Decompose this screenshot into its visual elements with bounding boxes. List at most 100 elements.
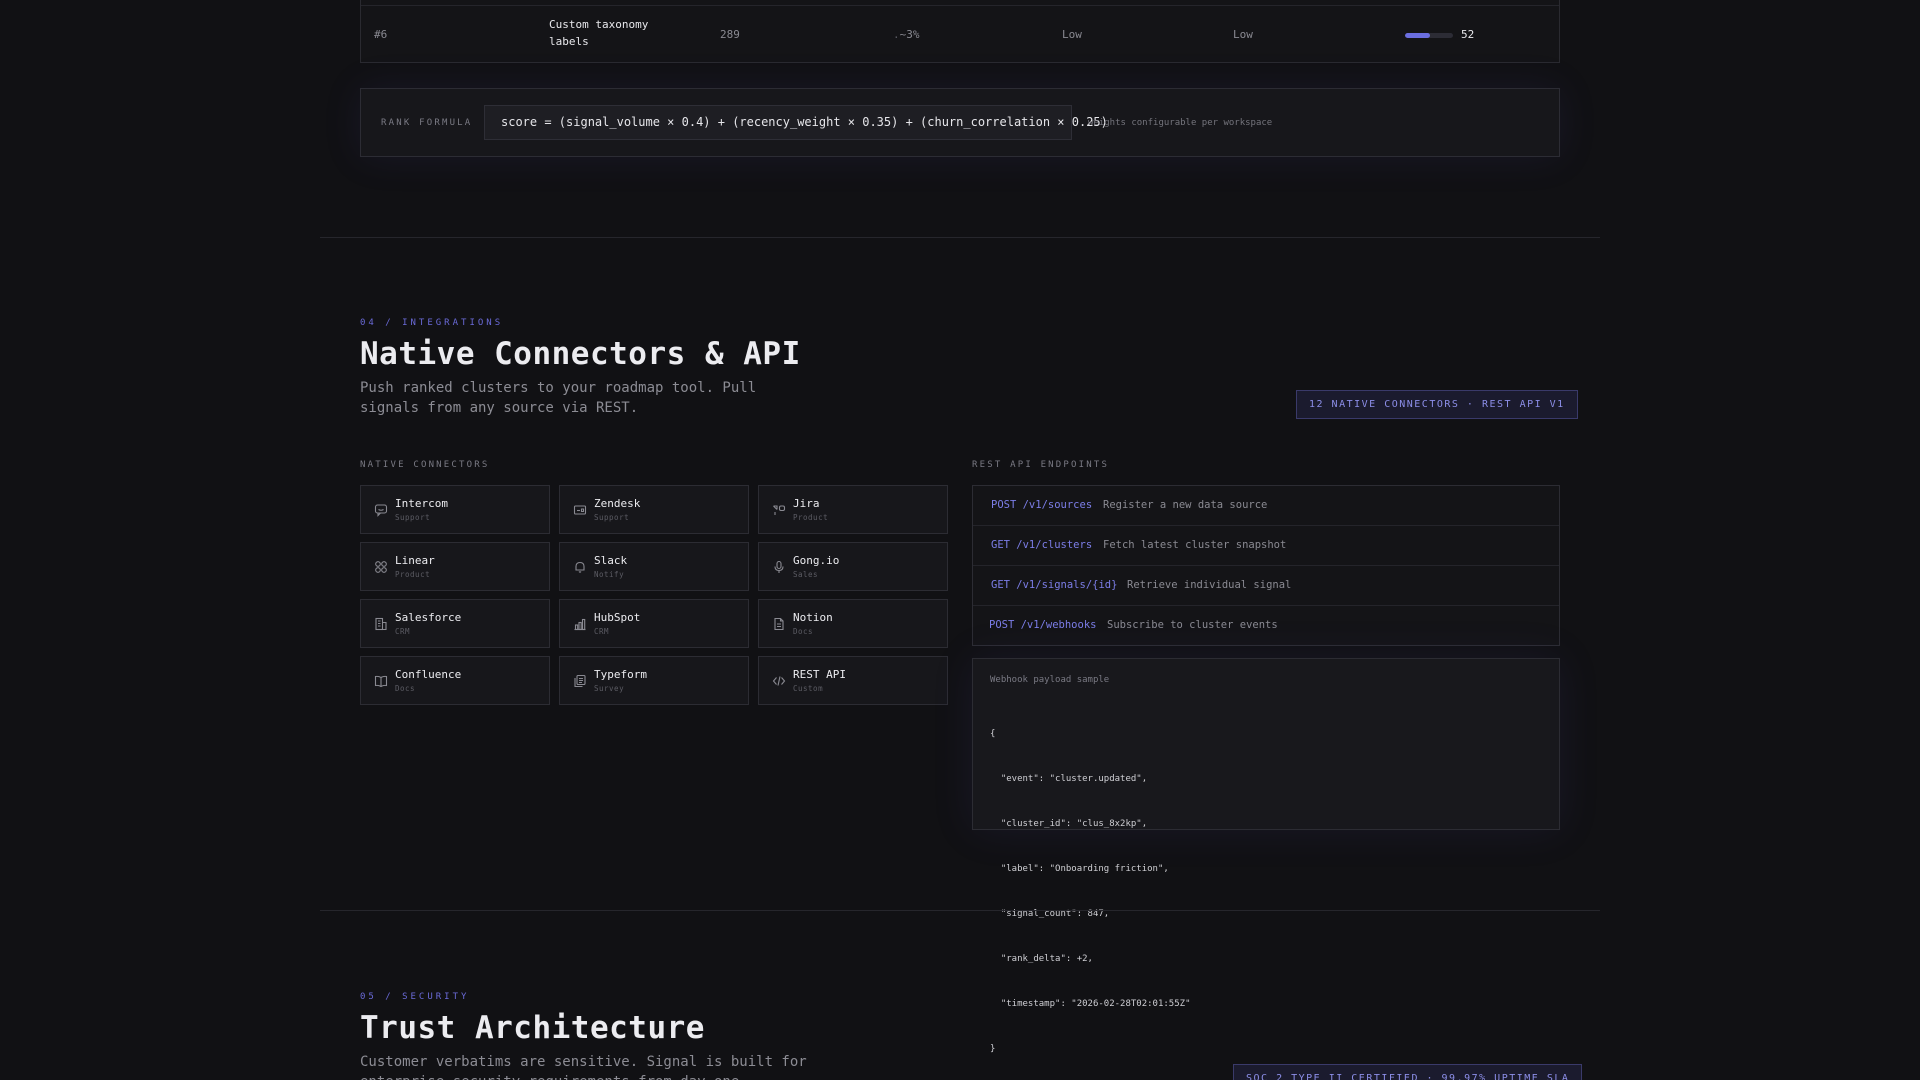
webhook-payload-panel: Webhook payload sample { "event": "clust…	[972, 658, 1560, 1054]
section-divider	[320, 237, 1600, 238]
integrations-description: Push ranked clusters to your roadmap too…	[360, 378, 840, 418]
connector-typeform[interactable]: Typeform Survey	[559, 656, 749, 705]
code-line: }	[990, 1044, 996, 1054]
code-line: "cluster_id": "clus_8x2kp",	[990, 819, 1148, 829]
connector-type: Product	[793, 513, 829, 522]
connector-grid: Intercom Support Zendesk Support Jira Pr…	[360, 485, 948, 705]
connector-type: Docs	[793, 627, 814, 636]
security-description: Customer verbatims are sensitive. Signal…	[360, 1052, 920, 1080]
connector-name: Slack	[594, 554, 628, 567]
endpoint-description: Fetch latest cluster snapshot	[1103, 539, 1287, 551]
code-line: "event": "cluster.updated",	[990, 774, 1148, 784]
rank-formula-panel: RANK FORMULA score = (signal_volume × 0.…	[360, 88, 1560, 157]
connector-name: Zendesk	[594, 497, 641, 510]
integrations-title: Native Connectors & API	[360, 336, 801, 372]
code-line: "rank_delta": +2,	[990, 954, 1093, 964]
integrations-eyebrow: 04 / INTEGRATIONS	[360, 318, 504, 328]
endpoint-row[interactable]: GET /v1/clusters Fetch latest cluster sn…	[973, 526, 1559, 566]
connector-hubspot[interactable]: HubSpot CRM	[559, 599, 749, 648]
bell-icon	[573, 560, 587, 574]
page: #6 Custom taxonomy labels 289 .~3% Low L…	[0, 0, 1920, 1080]
security-description-line2: enterprise security requirements from da…	[360, 1072, 920, 1080]
connector-slack[interactable]: Slack Notify	[559, 542, 749, 591]
connector-type: Support	[594, 513, 630, 522]
endpoint-method-path: GET /v1/clusters	[991, 539, 1093, 551]
cluster-label-line1: Custom taxonomy	[549, 18, 649, 31]
connector-type: Docs	[395, 684, 416, 693]
delta-cell: .~3%	[893, 28, 920, 41]
rest-endpoints-list: POST /v1/sources Register a new data sou…	[972, 485, 1560, 646]
endpoint-method-path: POST /v1/webhooks	[989, 619, 1097, 631]
security-eyebrow: 05 / SECURITY	[360, 992, 470, 1002]
connector-salesforce[interactable]: Salesforce CRM	[360, 599, 550, 648]
chat-icon	[374, 503, 388, 517]
connector-zendesk[interactable]: Zendesk Support	[559, 485, 749, 534]
endpoint-row[interactable]: POST /v1/sources Register a new data sou…	[973, 486, 1559, 526]
security-title: Trust Architecture	[360, 1010, 705, 1046]
jira-icon	[772, 503, 786, 517]
connector-intercom[interactable]: Intercom Support	[360, 485, 550, 534]
endpoint-method-path: POST /v1/sources	[991, 499, 1093, 511]
code-line: {	[990, 729, 996, 739]
delta-prefix: .	[893, 28, 900, 41]
connector-name: Linear	[395, 554, 435, 567]
webhook-payload-title: Webhook payload sample	[990, 675, 1110, 685]
connector-gong[interactable]: Gong.io Sales	[758, 542, 948, 591]
connector-name: HubSpot	[594, 611, 641, 624]
connector-type: Notify	[594, 570, 625, 579]
connector-name: Gong.io	[793, 554, 840, 567]
building-icon	[374, 617, 388, 631]
effort-cell: Low	[1062, 28, 1082, 41]
connector-name: Jira	[793, 497, 820, 510]
connector-type: Product	[395, 570, 431, 579]
integrations-badge: 12 NATIVE CONNECTORS · REST API V1	[1296, 390, 1578, 419]
code-line: "label": "Onboarding friction",	[990, 864, 1169, 874]
ticket-icon	[573, 503, 587, 517]
signals-cell: 289	[720, 28, 740, 41]
security-description-line1: Customer verbatims are sensitive. Signal…	[360, 1054, 807, 1070]
connector-name: Typeform	[594, 668, 647, 681]
endpoint-description: Retrieve individual signal	[1127, 579, 1292, 591]
table-row-divider	[361, 5, 1559, 6]
connector-type: Sales	[793, 570, 819, 579]
rank-formula-note: weights configurable per workspace	[1088, 118, 1273, 128]
code-line: "timestamp": "2026-02-28T02:01:55Z"	[990, 999, 1191, 1009]
cluster-label-cell: Custom taxonomy labels	[549, 16, 669, 50]
connector-linear[interactable]: Linear Product	[360, 542, 550, 591]
churn-cell: Low	[1233, 28, 1253, 41]
bar-chart-icon	[573, 617, 587, 631]
cluster-label-line2: labels	[549, 35, 589, 48]
score-bar	[1405, 33, 1453, 38]
ranking-table-row: #6 Custom taxonomy labels 289 .~3% Low L…	[360, 0, 1560, 63]
connector-type: Custom	[793, 684, 824, 693]
rank-cell: #6	[374, 28, 388, 41]
connector-name: Notion	[793, 611, 833, 624]
connector-notion[interactable]: Notion Docs	[758, 599, 948, 648]
connector-confluence[interactable]: Confluence Docs	[360, 656, 550, 705]
score-bar-fill	[1405, 33, 1430, 38]
connector-name: Intercom	[395, 497, 448, 510]
connector-name: REST API	[793, 668, 846, 681]
connector-type: CRM	[594, 627, 610, 636]
section-divider	[320, 910, 1600, 911]
integrations-description-line2: signals from any source via REST.	[360, 400, 639, 416]
rank-formula-label: RANK FORMULA	[381, 118, 473, 128]
connector-type: Survey	[594, 684, 625, 693]
rank-formula-code: score = (signal_volume × 0.4) + (recency…	[484, 105, 1108, 140]
code-icon	[772, 674, 786, 688]
connector-rest-api[interactable]: REST API Custom	[758, 656, 948, 705]
endpoint-row[interactable]: GET /v1/signals/{id} Retrieve individual…	[973, 566, 1559, 606]
score-value: 52	[1461, 28, 1475, 41]
delta-value: ~3%	[899, 28, 920, 41]
connector-type: Support	[395, 513, 431, 522]
book-icon	[374, 674, 388, 688]
endpoint-row[interactable]: POST /v1/webhooks Subscribe to cluster e…	[973, 606, 1559, 646]
security-badge: SOC 2 TYPE II CERTIFIED · 99.97% UPTIME …	[1233, 1064, 1583, 1080]
connector-name: Confluence	[395, 668, 462, 681]
native-connectors-label: NATIVE CONNECTORS	[360, 460, 490, 470]
document-icon	[772, 617, 786, 631]
connector-jira[interactable]: Jira Product	[758, 485, 948, 534]
endpoint-method-path: GET /v1/signals/{id}	[991, 579, 1118, 591]
endpoint-description: Register a new data source	[1103, 499, 1268, 511]
connector-type: CRM	[395, 627, 411, 636]
